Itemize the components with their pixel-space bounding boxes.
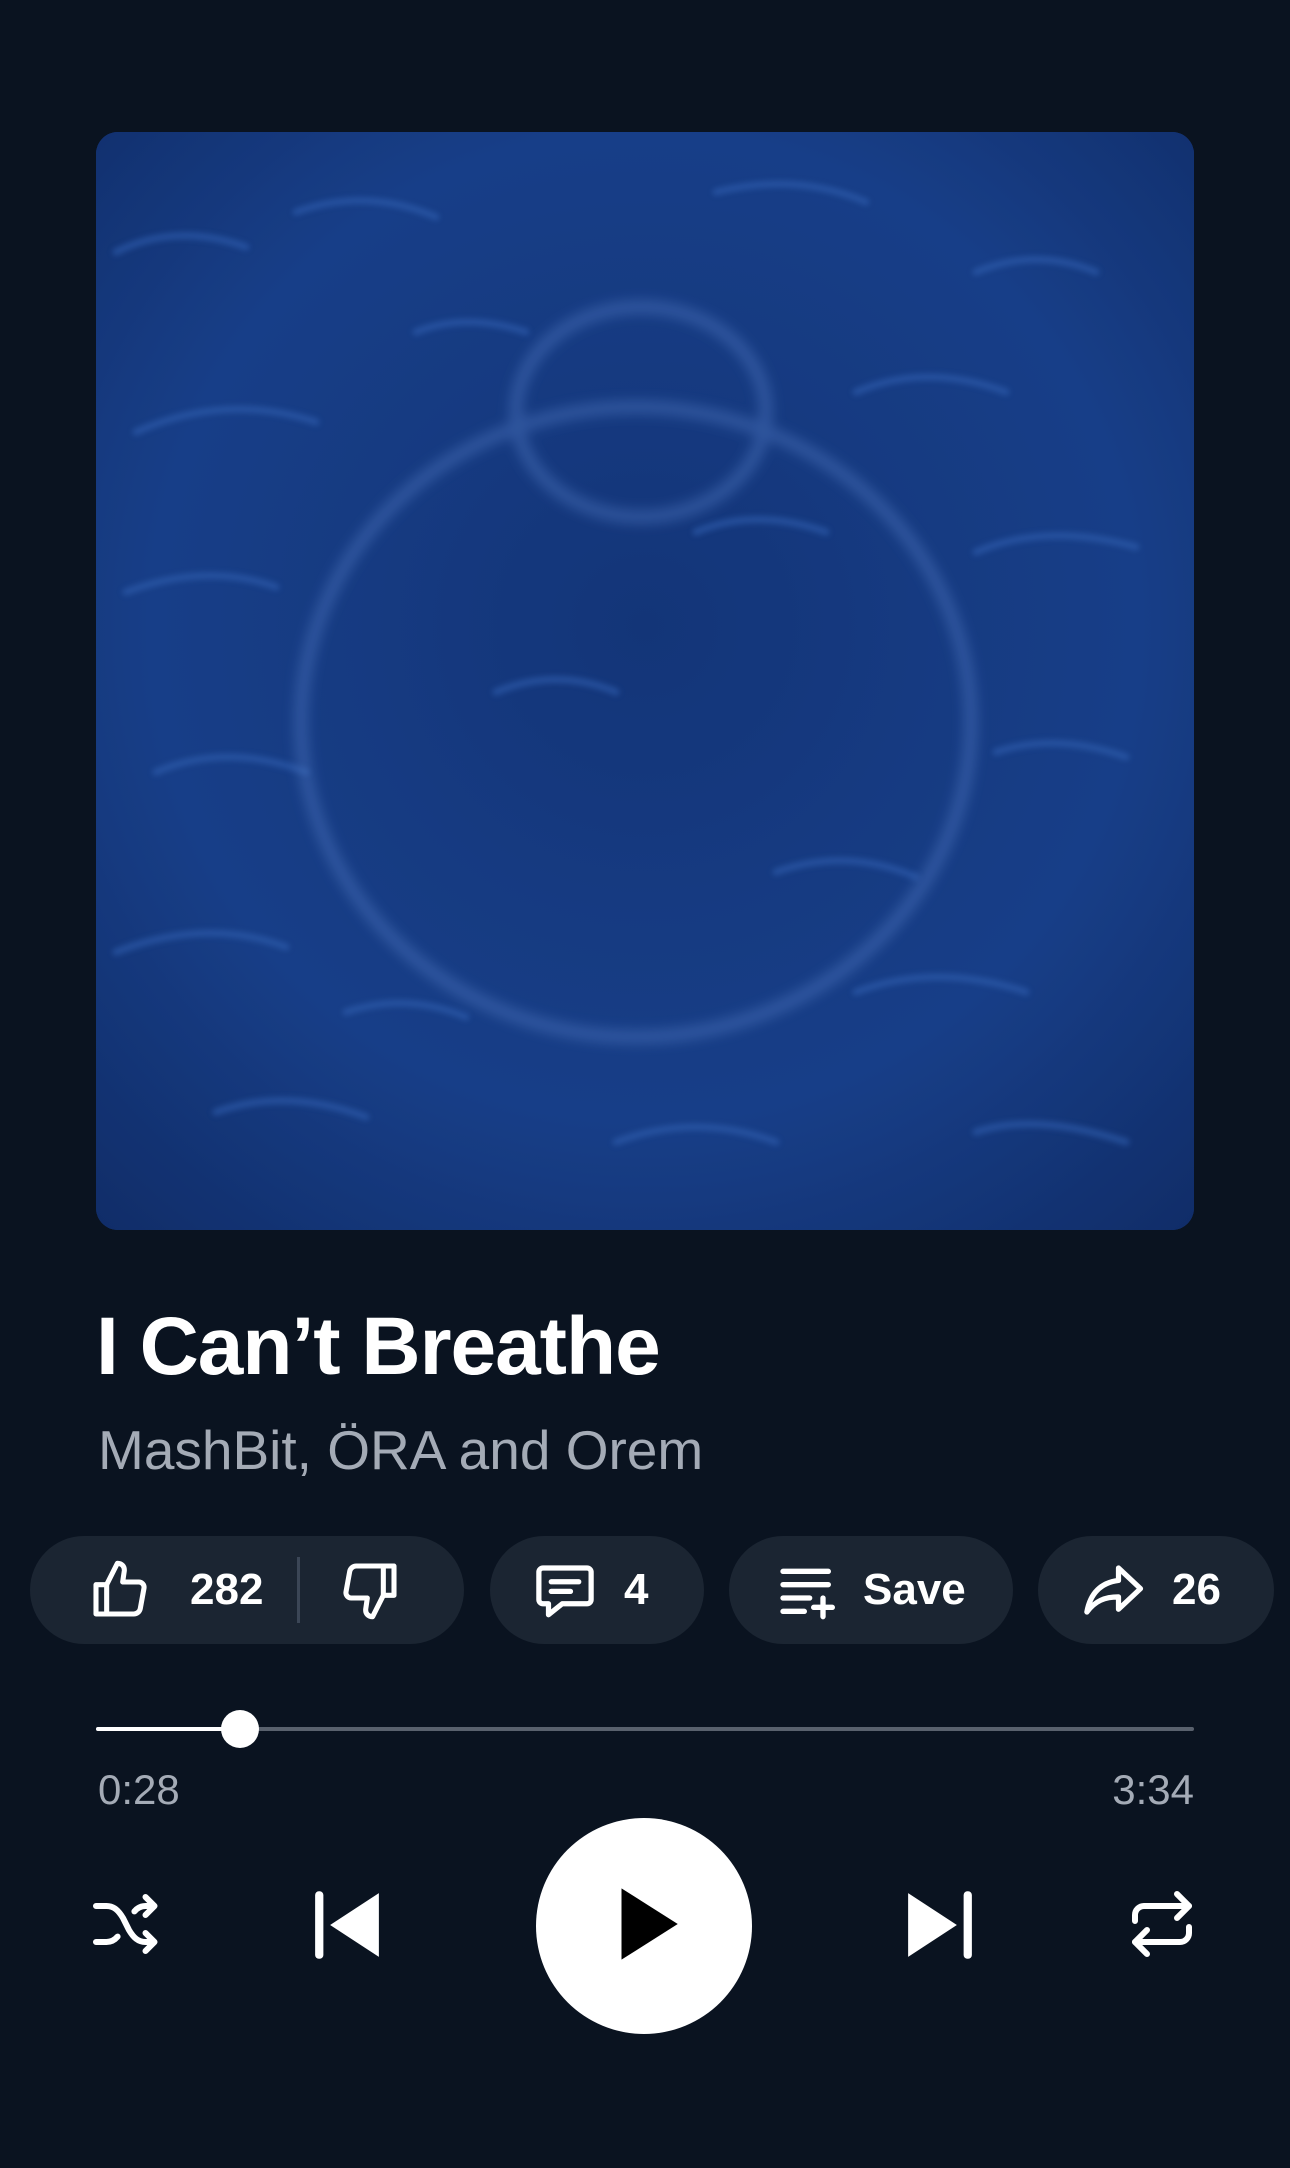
previous-button[interactable] [300, 1880, 394, 1974]
share-count: 26 [1172, 1565, 1221, 1614]
save-label: Save [863, 1565, 966, 1614]
thumbs-up-icon[interactable] [88, 1558, 152, 1622]
current-time: 0:28 [98, 1766, 180, 1813]
like-count[interactable]: 282 [190, 1565, 263, 1615]
next-button[interactable] [893, 1880, 987, 1974]
divider [297, 1557, 301, 1623]
share-button[interactable]: 26 [1038, 1536, 1274, 1644]
artist-names[interactable]: MashBit, ÖRA and Orem [98, 1418, 703, 1482]
album-artwork [96, 132, 1194, 1230]
progress-thumb[interactable] [220, 1710, 259, 1748]
play-button[interactable] [536, 1818, 752, 2034]
thumbs-down-icon[interactable] [338, 1558, 402, 1622]
progress-bar[interactable] [96, 1710, 1194, 1748]
repeat-button[interactable] [1122, 1886, 1202, 1966]
previous-icon [302, 1880, 392, 1975]
repeat-icon [1126, 1888, 1198, 1965]
save-button[interactable]: Save [729, 1536, 1013, 1644]
shuffle-button[interactable] [86, 1886, 166, 1966]
progress-fill [96, 1727, 240, 1731]
shuffle-icon [90, 1888, 162, 1965]
comments-button[interactable]: 4 [490, 1536, 704, 1644]
like-dislike-group: 282 [30, 1536, 464, 1644]
total-time: 3:34 [1112, 1766, 1194, 1813]
next-icon [895, 1880, 985, 1975]
play-icon [599, 1879, 689, 1974]
song-title: I Can’t Breathe [96, 1301, 661, 1392]
comment-icon [532, 1557, 598, 1623]
share-icon [1080, 1557, 1146, 1623]
playlist-add-icon [775, 1558, 839, 1622]
comment-count: 4 [624, 1565, 649, 1614]
